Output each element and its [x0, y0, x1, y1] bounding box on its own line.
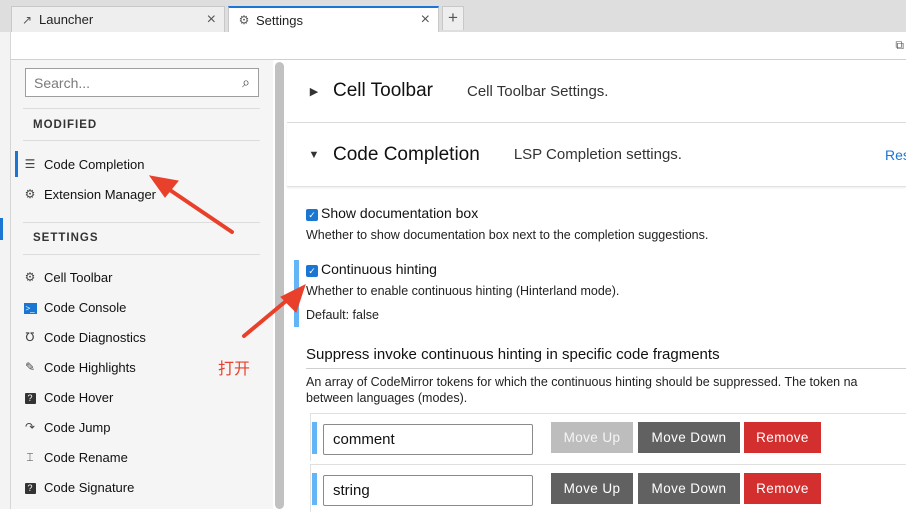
array-item: Move Up Move Down Remove	[310, 413, 906, 461]
modified-indicator	[294, 260, 299, 327]
divider	[23, 254, 260, 255]
array-field-title: Suppress invoke continuous hinting in sp…	[306, 346, 906, 369]
divider	[23, 222, 260, 223]
close-icon[interactable]: ×	[421, 11, 430, 29]
search-icon[interactable]: ⌕	[242, 74, 250, 91]
sidebar-item-label: Code Diagnostics	[44, 329, 146, 345]
plugin-header-cell-toolbar[interactable]: ▶ Cell Toolbar Cell Toolbar Settings.	[287, 60, 906, 123]
sidebar-item-code-diagnostics[interactable]: ℧ Code Diagnostics	[15, 324, 265, 350]
sidebar-item-label: Code Hover	[44, 389, 114, 405]
sidebar-item-label: Code Completion	[44, 156, 145, 172]
sidebar-item-label: Code Jump	[44, 419, 111, 435]
plugin-header-code-completion[interactable]: ▼ Code Completion LSP Completion setting…	[287, 123, 906, 187]
sidebar-item-code-hover[interactable]: ? Code Hover	[15, 384, 265, 410]
tab-launcher[interactable]: ↗ Launcher ×	[11, 6, 225, 32]
move-down-button[interactable]: Move Down	[638, 422, 740, 453]
plugin-description: LSP Completion settings.	[513, 146, 682, 163]
plugin-title: Cell Toolbar	[333, 80, 433, 101]
search-input[interactable]	[34, 74, 243, 91]
divider	[23, 108, 260, 109]
jump-icon: ↷	[24, 420, 36, 434]
field-label: Show documentation box	[321, 205, 479, 221]
field-help: Whether to enable continuous hinting (Hi…	[306, 284, 620, 298]
sidebar-item-code-completion[interactable]: ☰ Code Completion	[15, 151, 265, 177]
modified-indicator	[312, 422, 317, 454]
reset-button[interactable]: Res	[885, 147, 906, 163]
caret-right-icon[interactable]: ▶	[299, 85, 329, 98]
settings-editor: ▶ Cell Toolbar Cell Toolbar Settings. ▼ …	[287, 60, 906, 512]
tab-label: Launcher	[39, 12, 94, 27]
plugin-description: Cell Toolbar Settings.	[466, 82, 609, 100]
terminal-icon: >_	[23, 303, 37, 314]
sidebar-item-code-rename[interactable]: ⌶ Code Rename	[15, 444, 265, 470]
move-down-button[interactable]: Move Down	[638, 473, 740, 504]
description-line: An array of CodeMirror tokens for which …	[306, 375, 858, 389]
divider	[23, 140, 260, 141]
remove-button[interactable]: Remove	[744, 473, 821, 504]
help-icon: ?	[22, 480, 38, 494]
tab-label: Settings	[256, 12, 303, 28]
tab-bar: ↗ Launcher × ⚙ Settings × +	[0, 0, 906, 32]
add-tab-button[interactable]: +	[442, 6, 464, 30]
checkbox-show-documentation[interactable]: ✓	[306, 208, 318, 221]
close-icon[interactable]: ×	[207, 11, 216, 29]
section-title-modified: MODIFIED	[33, 119, 98, 131]
tab-settings[interactable]: ⚙ Settings ×	[228, 6, 439, 32]
field-help: Whether to show documentation box next t…	[306, 228, 709, 242]
sidebar-item-label: Extension Manager	[44, 186, 157, 202]
help-icon: ?	[22, 390, 38, 404]
sidebar-item-code-signature[interactable]: ? Code Signature	[15, 474, 265, 500]
gear-icon: ⚙	[24, 270, 36, 284]
annotation-label: 打开	[218, 359, 251, 378]
gear-icon: ⚙	[238, 13, 250, 27]
sidebar-item-label: Code Rename	[44, 449, 128, 465]
rename-icon: ⌶	[26, 449, 34, 464]
active-indicator	[0, 218, 3, 240]
move-up-button[interactable]: Move Up	[551, 422, 633, 453]
section-title-settings: SETTINGS	[33, 232, 99, 244]
remove-button[interactable]: Remove	[744, 422, 821, 453]
modified-indicator	[312, 473, 317, 505]
toolbar: ⧉	[11, 32, 906, 60]
sidebar-item-label: Code Highlights	[44, 359, 136, 375]
plugin-title: Code Completion	[333, 143, 480, 165]
list-icon: ☰	[24, 157, 36, 171]
array-item: Move Up Move Down Remove	[310, 464, 906, 512]
sidebar-item-label: Cell Toolbar	[44, 269, 113, 285]
field-continuous-hinting: ✓ Continuous hinting Whether to enable c…	[306, 261, 619, 322]
field-default: Default: false	[306, 308, 379, 322]
move-up-button[interactable]: Move Up	[551, 473, 633, 504]
checkbox-continuous-hinting[interactable]: ✓	[306, 264, 318, 277]
field-show-documentation-box: ✓ Show documentation box Whether to show…	[306, 205, 708, 242]
caret-down-icon[interactable]: ▼	[299, 149, 329, 161]
sidebar-item-label: Code Signature	[44, 479, 135, 495]
array-item-input[interactable]	[323, 424, 533, 455]
left-activity-bar	[0, 32, 11, 509]
highlighter-icon: ✎	[24, 360, 36, 374]
settings-sidebar: ⌕ MODIFIED ☰ Code Completion ⚙ Extension…	[11, 60, 273, 509]
open-in-new-icon[interactable]: ⧉	[895, 38, 904, 53]
sidebar-item-code-console[interactable]: >_ Code Console	[15, 294, 265, 320]
launcher-icon: ↗	[21, 12, 33, 27]
stethoscope-icon: ℧	[25, 330, 35, 344]
sidebar-item-cell-toolbar[interactable]: ⚙ Cell Toolbar	[15, 264, 265, 290]
sidebar-item-label: Code Console	[44, 299, 127, 315]
sidebar-scrollbar[interactable]	[273, 60, 287, 509]
sidebar-item-extension-manager[interactable]: ⚙ Extension Manager	[15, 181, 265, 207]
array-field-description: An array of CodeMirror tokens for which …	[306, 374, 906, 406]
scrollbar-thumb[interactable]	[275, 62, 284, 509]
gear-icon: ⚙	[24, 187, 36, 201]
sidebar-item-code-jump[interactable]: ↷ Code Jump	[15, 414, 265, 440]
array-item-input[interactable]	[323, 475, 533, 506]
description-line: between languages (modes).	[306, 391, 468, 405]
field-label: Continuous hinting	[321, 261, 437, 277]
search-box[interactable]: ⌕	[25, 68, 259, 97]
